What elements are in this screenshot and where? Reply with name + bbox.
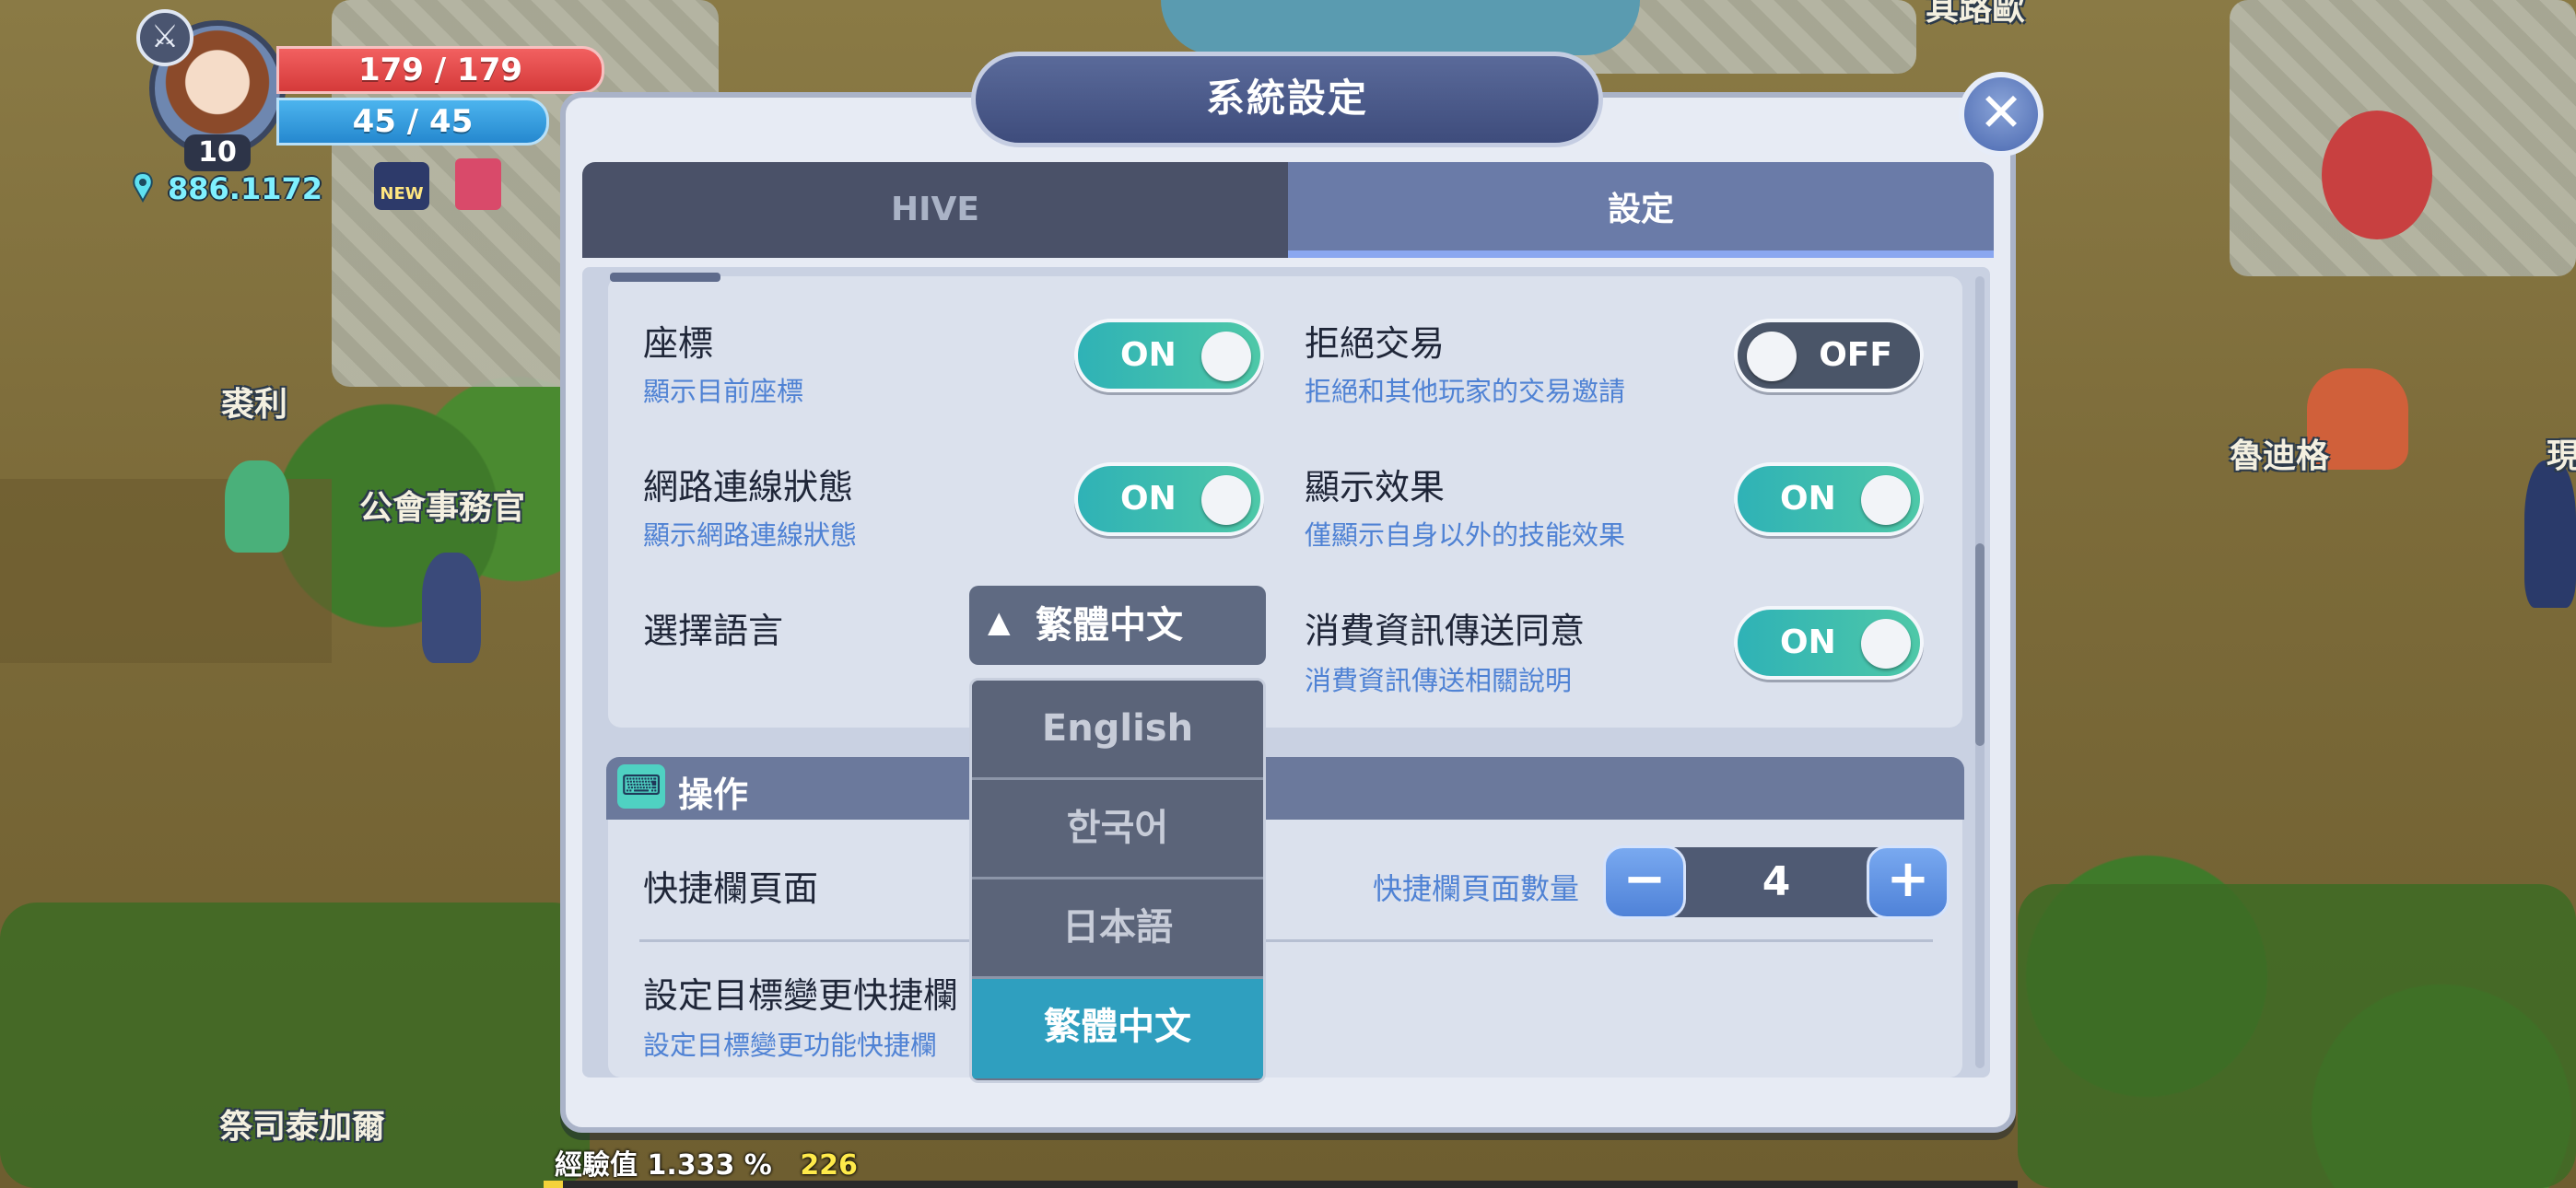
- network-toggle-text: ON: [1120, 480, 1177, 518]
- show-effects-toggle[interactable]: ON: [1734, 462, 1924, 536]
- npc-label-jolly[interactable]: 裘利: [221, 378, 287, 425]
- reject-trade-toggle[interactable]: OFF: [1734, 319, 1924, 392]
- coords-toggle[interactable]: ON: [1074, 319, 1264, 392]
- exp-bar: [544, 1181, 2018, 1188]
- card-top-accent: [610, 273, 720, 282]
- currency-value: 886.1172: [168, 171, 323, 206]
- show-effects-label: 顯示效果: [1305, 467, 1446, 507]
- exp-value: 226: [800, 1149, 858, 1182]
- language-option-english[interactable]: English: [972, 681, 1263, 780]
- target-quickbar-desc: 設定目標變更功能快捷欄: [643, 1030, 938, 1061]
- npc-label-top[interactable]: 其路歐: [1926, 0, 2025, 29]
- keyboard-icon: ⌨: [617, 764, 665, 809]
- toggle-knob: [1747, 332, 1797, 381]
- exp-label: 經驗值: [555, 1149, 638, 1182]
- close-button[interactable]: ✕: [1959, 72, 2043, 157]
- operations-section-header: [606, 757, 1964, 820]
- toggle-knob: [1201, 475, 1251, 525]
- consumption-label: 消費資訊傳送同意: [1305, 611, 1586, 651]
- show-effects-toggle-text: ON: [1780, 480, 1836, 518]
- quickbar-count-value: 4: [1762, 858, 1791, 905]
- decrement-button[interactable]: −: [1603, 845, 1686, 919]
- exp-percent: 1.333 %: [647, 1149, 772, 1182]
- tab-hive[interactable]: HIVE: [582, 162, 1288, 258]
- language-label: 選擇語言: [643, 611, 784, 651]
- scrollbar-thumb[interactable]: [1975, 543, 1985, 746]
- coords-toggle-text: ON: [1120, 336, 1177, 374]
- language-dropdown: English 한국어 日本語 繁體中文: [969, 678, 1266, 1083]
- coords-desc: 顯示目前座標: [643, 376, 804, 407]
- language-option-japanese[interactable]: 日本語: [972, 879, 1263, 979]
- consumption-toggle[interactable]: ON: [1734, 606, 1924, 680]
- quickbar-count-label: 快捷欄頁面數量: [1373, 871, 1580, 906]
- reject-trade-label: 拒絕交易: [1305, 323, 1446, 364]
- consumption-desc: 消費資訊傳送相關說明: [1305, 665, 1573, 696]
- network-toggle[interactable]: ON: [1074, 462, 1264, 536]
- exp-readout: 經驗值 1.333 % 226: [555, 1142, 858, 1182]
- npc-label-guild-officer[interactable]: 公會事務官: [359, 481, 525, 529]
- exp-bar-fill: [544, 1181, 563, 1188]
- increment-button[interactable]: +: [1867, 845, 1950, 919]
- toggle-knob: [1861, 475, 1911, 525]
- npc-label-edge[interactable]: 現: [2547, 429, 2576, 477]
- network-desc: 顯示網路連線狀態: [643, 519, 858, 551]
- quickbar-count-stepper: − 4 +: [1603, 845, 1950, 919]
- language-select[interactable]: ▲ 繁體中文: [969, 586, 1266, 665]
- language-option-korean[interactable]: 한국어: [972, 780, 1263, 879]
- coords-label: 座標: [643, 323, 714, 364]
- network-label: 網路連線狀態: [643, 467, 854, 507]
- divider: [639, 939, 1933, 942]
- location-gem-icon: [133, 171, 153, 203]
- hp-bar: 179 / 179: [276, 46, 604, 94]
- target-quickbar-label: 設定目標變更快捷欄: [643, 975, 959, 1016]
- dialog-title: 系統設定: [971, 52, 1603, 147]
- quickbar-label: 快捷欄頁面: [643, 868, 819, 909]
- event-flag-icon[interactable]: [455, 158, 501, 210]
- language-option-traditional-chinese[interactable]: 繁體中文: [972, 979, 1263, 1078]
- mp-bar: 45 / 45: [276, 98, 549, 146]
- show-effects-desc: 僅顯示自身以外的技能效果: [1305, 519, 1626, 551]
- toggle-knob: [1861, 619, 1911, 669]
- settings-tabs: HIVE 設定: [582, 162, 1994, 258]
- toggle-knob: [1201, 332, 1251, 381]
- language-select-value: 繁體中文: [1036, 604, 1183, 646]
- consumption-toggle-text: ON: [1780, 623, 1836, 661]
- npc-label-priest[interactable]: 祭司泰加爾: [219, 1100, 385, 1147]
- sword-icon[interactable]: ⚔: [136, 9, 193, 66]
- npc-label-rudiger[interactable]: 魯迪格: [2230, 429, 2329, 477]
- player-level: 10: [184, 134, 251, 171]
- reject-trade-toggle-text: OFF: [1819, 336, 1892, 374]
- caret-up-icon: ▲: [988, 604, 1011, 639]
- tab-settings[interactable]: 設定: [1288, 162, 1994, 258]
- reject-trade-desc: 拒絕和其他玩家的交易邀請: [1305, 376, 1626, 407]
- new-badge-icon[interactable]: NEW: [374, 162, 429, 210]
- operations-section-title: 操作: [678, 775, 749, 815]
